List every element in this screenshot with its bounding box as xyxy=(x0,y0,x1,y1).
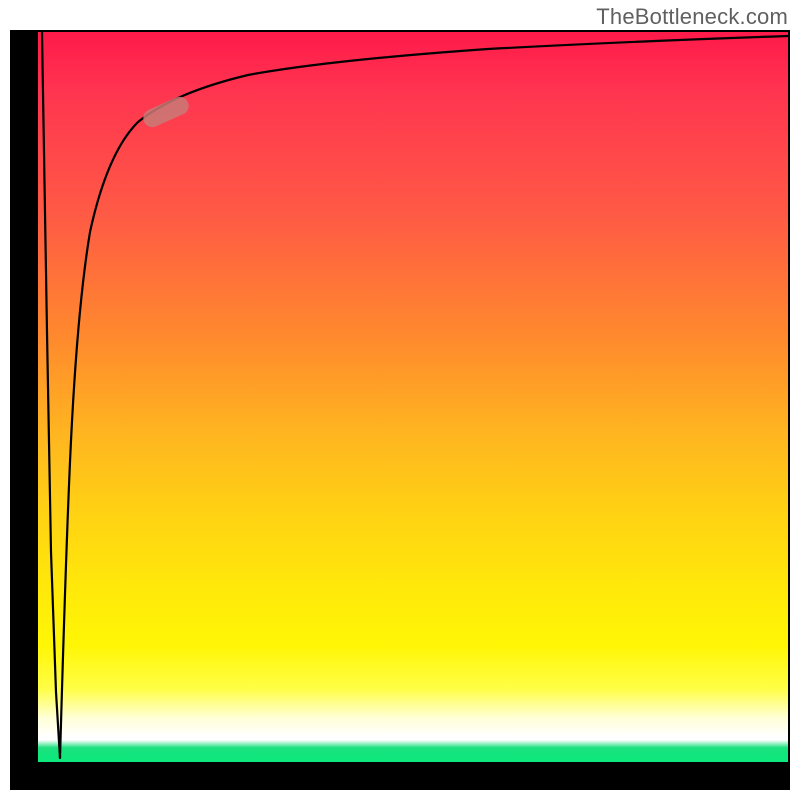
spike-curve xyxy=(42,32,60,758)
log-curve xyxy=(60,36,788,758)
curve-layer xyxy=(38,32,788,762)
watermark-text: TheBottleneck.com xyxy=(596,4,788,30)
curve-marker xyxy=(140,94,191,130)
plot-area xyxy=(38,32,788,762)
